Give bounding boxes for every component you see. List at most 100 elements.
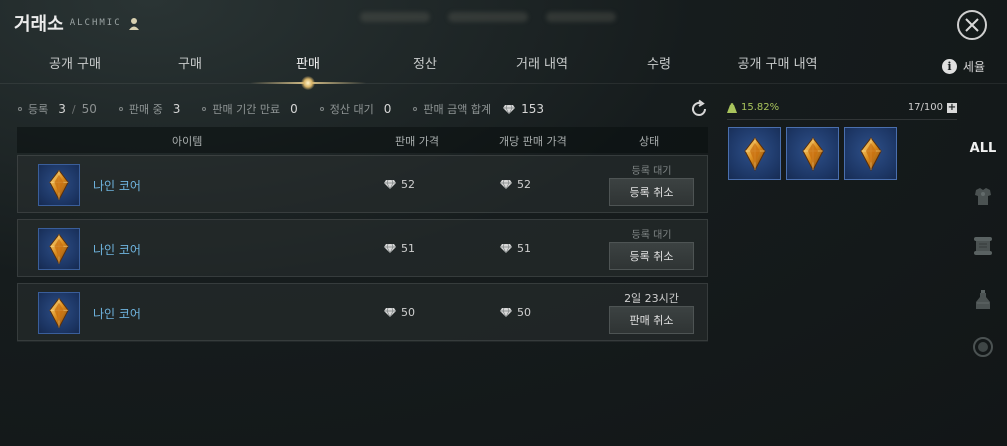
table-bottom-divider: [17, 341, 708, 342]
stat-label: 판매 기간 만료: [212, 103, 281, 116]
active-tab-gem-icon: [301, 76, 315, 90]
stat-expired: 판매 기간 만료 0: [202, 101, 298, 117]
diamond-icon: [384, 180, 396, 189]
item-name: 나인 코어: [93, 179, 141, 193]
stat-value: 3: [172, 102, 181, 116]
tab-history[interactable]: 거래 내역: [492, 48, 592, 86]
misc-gem-icon: [973, 337, 993, 357]
close-button[interactable]: [957, 10, 987, 40]
unit-price-value: 52: [517, 178, 531, 191]
unit-price-value: 50: [517, 306, 531, 319]
stat-label: 정산 대기: [329, 103, 374, 116]
close-icon: [965, 18, 979, 32]
blurred-currency-bar: [360, 8, 650, 26]
nine-core-icon: [743, 136, 766, 171]
status-text: 등록 대기: [631, 166, 672, 177]
cancel-sale-button[interactable]: 판매 취소: [609, 306, 694, 334]
title-bar: 거래소 ALCHMIC: [14, 10, 140, 36]
tab-bar: 공개 구매 구매 판매 정산 거래 내역 수령 공개 구매 내역: [0, 48, 1007, 86]
bullet-icon: [118, 107, 123, 111]
info-icon: i: [941, 59, 957, 74]
expand-slots-button[interactable]: +: [947, 102, 957, 113]
bullet-icon: [319, 107, 324, 111]
stat-value: 153: [521, 102, 544, 116]
diamond-icon: [500, 180, 512, 189]
refresh-icon: [692, 99, 706, 116]
stat-registered: 등록 3 / 50: [18, 101, 97, 117]
stat-pending: 정산 대기 0: [319, 101, 392, 117]
remaining-time: 2일 23시간: [624, 292, 679, 305]
col-status: 상태: [639, 135, 660, 148]
category-armor[interactable]: [968, 182, 998, 212]
unit-price: 51: [500, 242, 531, 255]
weight-rate-value: 15.82%: [741, 102, 780, 113]
cancel-registration-button[interactable]: 등록 취소: [609, 178, 694, 206]
category-scroll[interactable]: [968, 231, 998, 261]
page-title: 거래소: [14, 14, 64, 35]
col-item: 아이템: [172, 135, 203, 148]
inventory-slot[interactable]: [844, 127, 897, 180]
stat-value: 0: [383, 102, 392, 116]
character-icon: [128, 16, 140, 30]
sale-price-value: 51: [401, 242, 415, 255]
diamond-icon: [500, 308, 512, 317]
sale-price: 52: [384, 178, 415, 191]
category-all[interactable]: ALL: [968, 133, 998, 163]
tab-public-buy-history[interactable]: 공개 구매 내역: [720, 48, 835, 86]
col-price: 판매 가격: [395, 135, 439, 148]
stat-label: 판매 금액 합계: [423, 103, 492, 116]
nine-core-icon: [859, 136, 882, 171]
table-row[interactable]: 나인 코어 51 51 등록 대기 등록 취소: [17, 219, 708, 277]
unit-price: 50: [500, 306, 531, 319]
col-unit-price: 개당 판매 가격: [499, 135, 567, 148]
unit-price: 52: [500, 178, 531, 191]
tabs-divider: [0, 83, 1007, 84]
unit-price-value: 51: [517, 242, 531, 255]
potion-icon: [976, 290, 990, 309]
tab-settlement[interactable]: 정산: [380, 48, 470, 86]
stat-value: 3: [58, 102, 66, 116]
tax-rate-label: 세율: [962, 60, 985, 74]
category-potion[interactable]: [968, 285, 998, 315]
inventory-slot[interactable]: [728, 127, 781, 180]
sale-price: 51: [384, 242, 415, 255]
bullet-icon: [413, 107, 418, 111]
weight-rate: 15.82%: [727, 102, 779, 113]
sale-stats: 등록 3 / 50 판매 중 3 판매 기간 만료 0 정산 대기 0 판매 금…: [18, 101, 566, 117]
stat-total: 판매 금액 합계 153: [413, 101, 544, 117]
scroll-icon: [974, 237, 992, 255]
tab-public-buy[interactable]: 공개 구매: [25, 48, 125, 86]
sale-price-value: 52: [401, 178, 415, 191]
inventory-slot[interactable]: [786, 127, 839, 180]
item-name: 나인 코어: [93, 307, 141, 321]
diamond-icon: [503, 104, 516, 114]
weight-icon: [727, 102, 737, 113]
item-name: 나인 코어: [93, 243, 141, 257]
diamond-icon: [384, 244, 396, 253]
tab-receive[interactable]: 수령: [614, 48, 704, 86]
sale-price: 50: [384, 306, 415, 319]
stat-separator: /: [71, 102, 76, 116]
category-all-label: ALL: [969, 140, 997, 156]
stat-value: 0: [290, 102, 298, 116]
bullet-icon: [202, 107, 207, 111]
inventory-slots-value: 17/100: [907, 102, 943, 113]
category-misc[interactable]: [968, 332, 998, 362]
table-row[interactable]: 나인 코어 50 50 2일 23시간 판매 취소: [17, 283, 708, 341]
server-name: ALCHMIC: [69, 18, 122, 28]
armor-icon: [975, 188, 991, 205]
nine-core-icon: [38, 228, 80, 270]
sale-price-value: 50: [401, 306, 415, 319]
tab-buy[interactable]: 구매: [145, 48, 235, 86]
inventory-grid: [728, 127, 897, 180]
inventory-slots: 17/100 +: [908, 102, 957, 113]
tax-rate-button[interactable]: i 세율: [941, 58, 985, 75]
refresh-button[interactable]: [689, 99, 709, 119]
cancel-registration-button[interactable]: 등록 취소: [609, 242, 694, 270]
inventory-header: 15.82% 17/100 +: [727, 101, 957, 117]
bullet-icon: [18, 107, 22, 111]
table-row[interactable]: 나인 코어 52 52 등록 대기 등록 취소: [17, 155, 708, 213]
stat-label: 판매 중: [128, 103, 163, 116]
status-text: 등록 대기: [631, 230, 672, 241]
diamond-icon: [500, 244, 512, 253]
